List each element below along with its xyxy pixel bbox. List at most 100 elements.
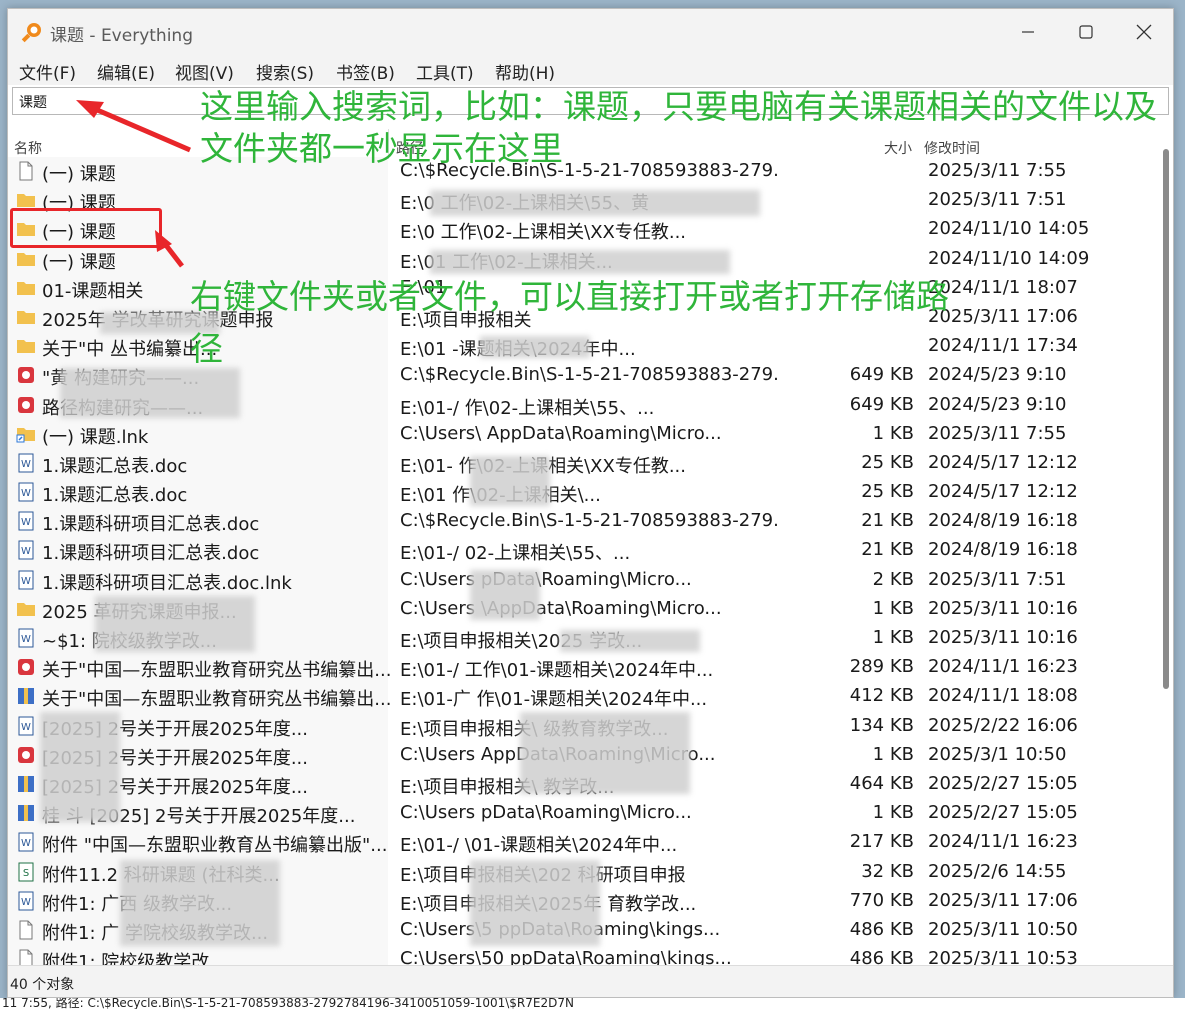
title-bar[interactable]: 课题 - Everything (8, 9, 1173, 55)
menu-file[interactable]: 文件(F) (19, 59, 76, 84)
privacy-blur (95, 596, 255, 652)
menu-view[interactable]: 视图(V) (175, 59, 234, 84)
folder-icon (16, 278, 36, 298)
result-size: 32 KB (861, 860, 914, 882)
result-row[interactable]: 桂 斗 [2025] 2号关于开展2025年度... C:\Users pData… (8, 799, 1159, 828)
result-modified: 2025/3/11 10:50 (928, 918, 1078, 940)
result-name: 1.课题科研项目汇总表.doc.lnk (42, 572, 292, 594)
result-modified: 2024/11/1 17:34 (928, 335, 1078, 357)
result-modified: 2024/11/1 18:07 (928, 276, 1078, 298)
folder-icon (16, 307, 36, 327)
word-icon: W (16, 891, 36, 911)
result-row[interactable]: (一) 课题 E:\0 工作\02-上课相关\XX专任教... 2024/11/10… (8, 215, 1159, 244)
result-row[interactable]: W 1.课题汇总表.doc E:\01 作\02-上课相关\... 25 KB 2024… (8, 478, 1159, 507)
result-path: E:\0 工作\02-上课相关\XX专任教... (400, 222, 687, 244)
result-modified: 2024/11/10 14:09 (928, 247, 1090, 269)
result-name: 附件1: 院校级教学改... (42, 952, 227, 965)
result-path: E:\01 -课题相关\2024年中... (400, 339, 636, 361)
menu-bookmarks[interactable]: 书签(B) (336, 59, 395, 84)
result-path: C:\Users pData\Roaming\Micro... (400, 568, 692, 590)
shortcut-icon (16, 424, 36, 444)
result-size: 1 KB (872, 743, 914, 765)
result-name: (一) 课题 (42, 251, 116, 273)
archive-icon (16, 774, 36, 794)
window-title: 课题 - Everything (50, 26, 193, 46)
vertical-scrollbar[interactable] (1163, 139, 1169, 959)
path-info-strip: 11 7:55, 路径: C:\$Recycle.Bin\S-1-5-21-70… (0, 998, 1185, 1009)
result-row[interactable]: 关于"中国—东盟职业教育研究丛书编纂出... E:\01-广 作\01-课题相关\… (8, 682, 1159, 711)
result-path: C:\Users\50 ppData\Roaming\kings... (400, 948, 732, 965)
result-size: 21 KB (861, 510, 914, 532)
result-size: 25 KB (861, 451, 914, 473)
column-name[interactable]: 名称 (14, 138, 42, 158)
result-path: C:\Users\ AppData\Roaming\Micro... (400, 422, 722, 444)
word-icon: W (16, 453, 36, 473)
menu-search[interactable]: 搜索(S) (256, 59, 314, 84)
menu-help[interactable]: 帮助(H) (495, 59, 555, 84)
result-modified: 2025/3/11 17:06 (928, 305, 1078, 327)
result-path: E:\01-广 作\01-课题相关\2024年中... (400, 689, 708, 711)
column-modified[interactable]: 修改时间 (924, 138, 980, 158)
word-icon: W (16, 511, 36, 531)
result-modified: 2025/3/11 7:51 (928, 189, 1067, 211)
result-path: C:\$Recycle.Bin\S-1-5-21-708593883-279..… (400, 510, 780, 532)
everything-window: 课题 - Everything 文件(F) 编辑(E) 视图(V) 搜索(S) … (7, 8, 1174, 998)
svg-text:W: W (21, 838, 31, 849)
pdf-icon (16, 745, 36, 765)
result-size: 21 KB (861, 539, 914, 561)
pdf-icon (16, 657, 36, 677)
result-path: C:\$Recycle.Bin\S-1-5-21-708593883-279..… (400, 364, 780, 386)
result-name: 1.课题科研项目汇总表.doc (42, 543, 260, 565)
result-modified: 2024/5/23 9:10 (928, 393, 1067, 415)
menu-bar: 文件(F) 编辑(E) 视图(V) 搜索(S) 书签(B) 工具(T) 帮助(H… (8, 55, 1173, 85)
privacy-blur (480, 336, 590, 358)
result-size: 770 KB (849, 889, 914, 911)
result-modified: 2024/5/17 12:12 (928, 481, 1078, 503)
result-size: 486 KB (849, 948, 914, 965)
object-count: 40 个对象 (10, 977, 75, 993)
result-size: 1 KB (872, 597, 914, 619)
result-row[interactable]: W 1.课题科研项目汇总表.doc.lnk C:\Users pData\Roami… (8, 566, 1159, 595)
scrollbar-thumb[interactable] (1163, 149, 1169, 689)
highlight-box (10, 208, 162, 248)
close-button[interactable] (1115, 9, 1173, 55)
result-path: E:\01 作\02-上课相关\... (400, 485, 601, 507)
word-icon: W (16, 716, 36, 736)
result-modified: 2025/3/1 10:50 (928, 743, 1067, 765)
result-path: E:\01-/ 工作\01-课题相关\2024年中... (400, 660, 714, 682)
privacy-blur (470, 860, 600, 946)
result-path: E:\01-/ 02-上课相关\55、... (400, 543, 631, 565)
result-row[interactable]: W 1.课题汇总表.doc E:\01- 作\02-上课相关\XX专任教... 25 … (8, 449, 1159, 478)
result-modified: 2025/3/11 7:55 (928, 160, 1067, 181)
result-row[interactable]: 附件1: 院校级教学改... C:\Users\50 ppData\Roaming… (8, 945, 1159, 965)
result-name: 附件 "中国—东盟职业教育丛书编纂出版"... (42, 835, 388, 857)
svg-text:W: W (21, 459, 31, 470)
result-row[interactable]: 关于"中国—东盟职业教育研究丛书编纂出... E:\01-/ 工作\01-课题相关… (8, 653, 1159, 682)
result-modified: 2025/3/11 7:55 (928, 422, 1067, 444)
privacy-blur (470, 456, 550, 506)
result-row[interactable]: W 1.课题科研项目汇总表.doc C:\$Recycle.Bin\S-1-5-21… (8, 507, 1159, 536)
result-row[interactable]: (一) 课题 C:\$Recycle.Bin\S-1-5-21-708593883… (8, 157, 1159, 186)
folder-icon (16, 599, 36, 619)
result-size: 134 KB (849, 714, 914, 736)
minimize-button[interactable] (999, 9, 1057, 55)
folder-icon (16, 249, 36, 269)
result-row[interactable]: W 附件 "中国—东盟职业教育丛书编纂出版"... E:\01-/ \01-课题相关… (8, 828, 1159, 857)
column-size[interactable]: 大小 (884, 138, 912, 158)
result-row[interactable]: W 1.课题科研项目汇总表.doc E:\01-/ 02-上课相关\55、... 21… (8, 536, 1159, 565)
maximize-button[interactable] (1057, 9, 1115, 55)
file-icon (16, 161, 36, 181)
result-row[interactable]: (一) 课题.lnk C:\Users\ AppData\Roaming\Micr… (8, 420, 1159, 449)
result-modified: 2025/3/11 10:16 (928, 627, 1078, 648)
menu-edit[interactable]: 编辑(E) (97, 59, 155, 84)
pdf-icon (16, 395, 36, 415)
close-icon (1136, 24, 1152, 40)
result-name: (一) 课题.lnk (42, 426, 149, 448)
menu-tools[interactable]: 工具(T) (416, 59, 474, 84)
result-modified: 2024/5/17 12:12 (928, 451, 1078, 473)
result-modified: 2025/2/22 16:06 (928, 714, 1078, 736)
result-path: E:\01- 作\02-上课相关\XX专任教... (400, 455, 686, 477)
result-size: 2 KB (872, 568, 914, 590)
result-name: 1.课题汇总表.doc (42, 485, 188, 507)
search-annotation-line1: 这里输入搜索词，比如：课题，只要电脑有关课题相关的文件以及 (200, 87, 1157, 126)
